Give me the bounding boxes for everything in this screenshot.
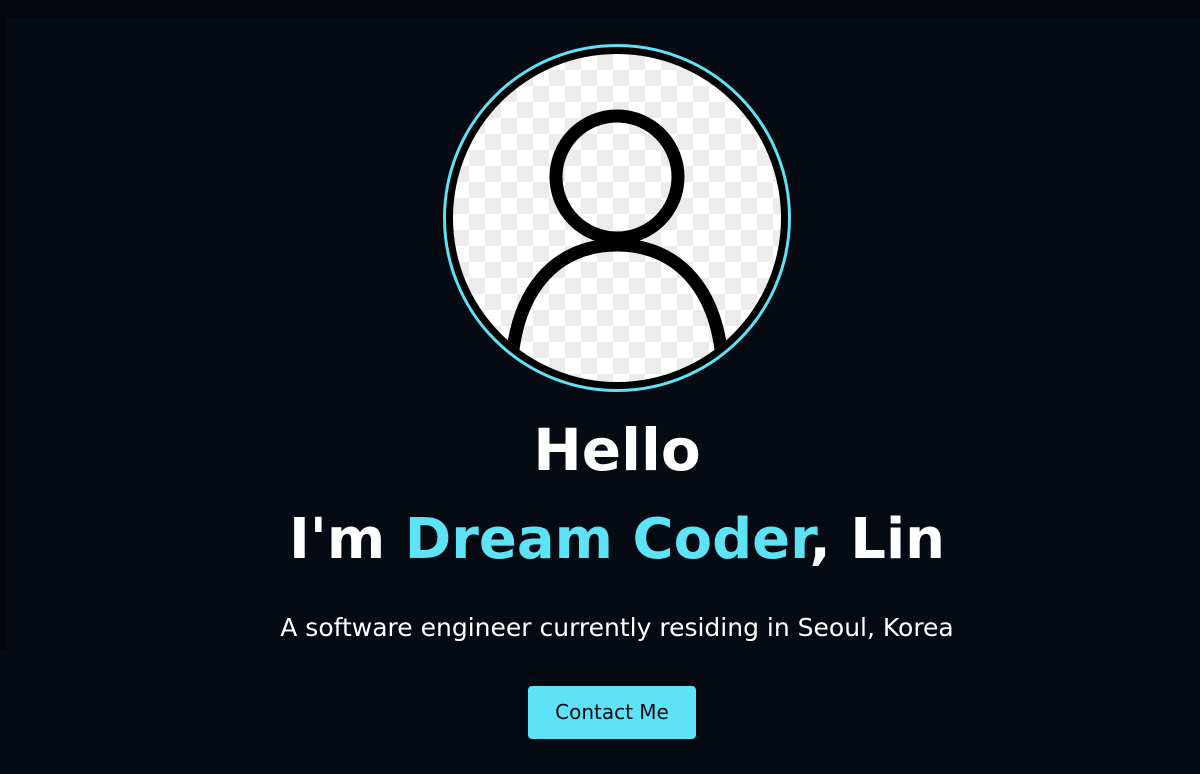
greeting-title: Hello: [0, 412, 1200, 488]
intro-highlight: Dream Coder: [404, 507, 810, 572]
avatar-image: [453, 54, 781, 382]
contact-me-button[interactable]: Contact Me: [528, 686, 696, 739]
user-avatar-icon: [504, 109, 730, 382]
avatar: [443, 44, 791, 392]
intro-title: I'm Dream Coder, Lin: [0, 502, 1200, 578]
home-section: Hello I'm Dream Coder, Lin A software en…: [0, 0, 1200, 774]
greeting-text: Hello: [533, 416, 701, 484]
home-description: A software engineer currently residing i…: [280, 613, 954, 642]
intro-prefix: I'm: [288, 507, 405, 572]
page-viewport: Hello I'm Dream Coder, Lin A software en…: [0, 0, 1200, 774]
intro-suffix: , Lin: [809, 507, 946, 572]
